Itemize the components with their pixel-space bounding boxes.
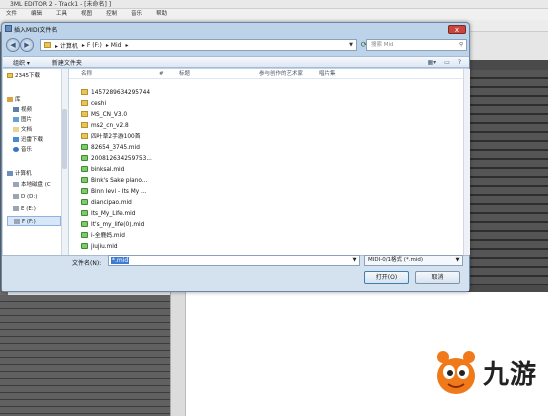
new-folder-button[interactable]: 新建文件夹	[52, 58, 82, 67]
dialog-app-icon	[5, 25, 12, 32]
watermark-text: 九游	[483, 360, 538, 390]
app-menu-bar: 文件 编辑 工具 视图 控制 音乐 帮助	[0, 9, 548, 20]
breadcrumb-folder[interactable]: ▸ Mid	[106, 42, 122, 49]
midi-file-icon	[81, 199, 88, 205]
nav-item-drive-f[interactable]: F (F:)	[7, 216, 61, 226]
breadcrumb-drive[interactable]: ▸ F (F:)	[82, 42, 102, 49]
preview-pane-icon[interactable]: ▭	[444, 59, 450, 66]
folder-icon	[81, 89, 88, 95]
file-row[interactable]: 四叶草2手游100首	[81, 133, 141, 142]
chevron-down-icon[interactable]: ▼	[345, 39, 357, 51]
download-icon	[13, 137, 19, 142]
column-album[interactable]: 唱片集	[319, 69, 336, 79]
folder-icon	[81, 133, 88, 139]
app-track-grid	[0, 295, 185, 416]
file-row[interactable]: 200812634259753...	[81, 155, 152, 164]
column-title[interactable]: 标题	[179, 69, 190, 79]
midi-file-icon	[81, 243, 88, 249]
cancel-button[interactable]: 取消	[415, 271, 460, 284]
drive-icon	[13, 194, 19, 199]
file-list-header: 名称 # 标题 参与创作的艺术家 唱片集	[69, 69, 463, 79]
midi-file-icon	[81, 188, 88, 194]
filename-label: 文件名(N):	[72, 260, 102, 267]
file-row[interactable]: ms2_cn_v2.8	[81, 122, 129, 131]
computer-icon	[7, 171, 13, 176]
organize-button[interactable]: 组织 ▾	[13, 58, 30, 67]
folder-icon	[81, 111, 88, 117]
dialog-toolbar: 组织 ▾ 新建文件夹 ▦▾ ▭ ?	[3, 56, 469, 68]
midi-file-icon	[81, 144, 88, 150]
midi-file-icon	[81, 166, 88, 172]
menu-view[interactable]: 视图	[81, 9, 92, 20]
forward-button[interactable]: ▶	[20, 38, 34, 52]
search-placeholder: 搜索 Mid	[371, 42, 394, 48]
search-icon[interactable]: ⚲	[459, 40, 466, 50]
search-input[interactable]: 搜索 Mid ⚲	[366, 39, 467, 51]
breadcrumb-chevron[interactable]: ▸	[125, 42, 128, 49]
midi-file-icon	[81, 210, 88, 216]
chevron-down-icon[interactable]: ▼	[452, 255, 463, 266]
app-piano-grid	[470, 70, 548, 285]
file-row[interactable]: jiujiu.mid	[81, 243, 118, 252]
folder-icon	[44, 42, 51, 48]
menu-tools[interactable]: 工具	[56, 9, 67, 20]
folder-icon	[81, 100, 88, 106]
midi-file-icon	[81, 232, 88, 238]
address-bar[interactable]: ▸ 计算机 ▸ F (F:) ▸ Mid ▸	[40, 39, 357, 51]
chevron-down-icon[interactable]: ▼	[349, 255, 360, 266]
file-row[interactable]: diancipao.mid	[81, 199, 132, 208]
folder-icon	[81, 122, 88, 128]
video-icon	[13, 107, 19, 112]
midi-file-icon	[81, 155, 88, 161]
document-icon	[13, 127, 19, 132]
file-row[interactable]: Bink's Sake piano...	[81, 177, 147, 186]
drive-icon	[14, 219, 20, 224]
close-button[interactable]: x	[448, 25, 466, 34]
file-row[interactable]: Its_My_Life.mid	[81, 210, 135, 219]
open-button[interactable]: 打开(O)	[364, 271, 409, 284]
file-list-scrollbar[interactable]	[463, 69, 470, 255]
file-row[interactable]: Binn Ievi - Its My ...	[81, 188, 147, 197]
file-row[interactable]: ceshi	[81, 100, 106, 109]
folder-icon	[7, 73, 13, 78]
mascot-logo-icon	[437, 351, 475, 394]
navigation-pane: 2345下载 库 视频 图片 文档 迅雷下载 音乐 计算机 本地磁盘 (C D …	[3, 69, 68, 255]
menu-control[interactable]: 控制	[106, 9, 117, 20]
menu-music[interactable]: 音乐	[131, 9, 142, 20]
column-artist[interactable]: 参与创作的艺术家	[259, 69, 303, 79]
file-row[interactable]: 1457289634295744	[81, 89, 150, 98]
dialog-title: 插入MIDI文件名	[14, 27, 58, 34]
file-row[interactable]: i-全鹿妈.mid	[81, 232, 125, 241]
back-button[interactable]: ◀	[6, 38, 20, 52]
open-file-dialog: 插入MIDI文件名 x ◀ ▶ ▸ 计算机 ▸ F (F:) ▸ Mid ▸ ▼…	[1, 22, 470, 292]
library-icon	[7, 97, 13, 102]
help-icon[interactable]: ?	[458, 59, 461, 66]
filename-input[interactable]: *.mid	[108, 255, 360, 266]
picture-icon	[13, 117, 19, 122]
menu-help[interactable]: 帮助	[156, 9, 167, 20]
view-options-icon[interactable]: ▦▾	[427, 59, 436, 66]
nav-scroll-thumb[interactable]	[62, 109, 67, 169]
app-title-bar: 3ML EDITOR 2 - Track1 - [未命名] ]	[0, 0, 548, 9]
breadcrumb-root[interactable]: ▸ 计算机	[55, 41, 78, 50]
app-scrollbar[interactable]	[170, 292, 185, 416]
file-row[interactable]: It's_my_life(0).mid	[81, 221, 144, 230]
file-row[interactable]: binksal.mid	[81, 166, 124, 175]
drive-icon	[13, 182, 19, 187]
file-row[interactable]: 82654_3745.mid	[81, 144, 140, 153]
file-row[interactable]: MS_CN_V3.0	[81, 111, 127, 120]
filename-value: *.mid	[111, 257, 130, 264]
drive-icon	[13, 206, 19, 211]
filetype-select[interactable]: MIDI-0/1格式 (*.mid)	[364, 255, 463, 266]
music-icon	[13, 147, 19, 152]
midi-file-icon	[81, 177, 88, 183]
menu-file[interactable]: 文件	[6, 9, 17, 20]
app-editor-area	[185, 292, 462, 416]
column-name[interactable]: 名称	[81, 69, 92, 79]
midi-file-icon	[81, 221, 88, 227]
menu-edit[interactable]: 编辑	[31, 9, 42, 20]
column-number[interactable]: #	[159, 69, 164, 79]
